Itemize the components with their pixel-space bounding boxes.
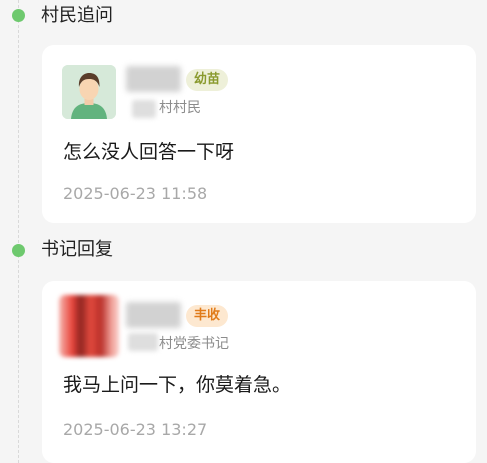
blurred-village-name: [132, 100, 156, 118]
timeline-line: [18, 0, 19, 463]
timeline-dot: [12, 244, 25, 257]
person-avatar-icon: [62, 65, 116, 119]
level-badge: 丰收: [186, 305, 229, 327]
timeline-dot: [12, 9, 25, 22]
message-text: 怎么没人回答一下呀: [63, 141, 235, 163]
timeline-title: 书记回复: [41, 239, 113, 260]
message-timestamp: 2025-06-23 13:27: [63, 420, 208, 439]
user-role: 村村民: [159, 100, 201, 116]
reply-card: 幼苗 村村民 怎么没人回答一下呀 2025-06-23 11:58: [42, 45, 476, 223]
level-badge: 幼苗: [186, 69, 229, 91]
reply-card: 丰收 村党委书记 我马上问一下，你莫着急。 2025-06-23 13:27: [42, 281, 476, 463]
message-timestamp: 2025-06-23 11:58: [63, 184, 208, 203]
message-text: 我马上问一下，你莫着急。: [63, 374, 292, 396]
timeline-title: 村民追问: [41, 5, 113, 26]
user-avatar[interactable]: [59, 295, 119, 357]
user-avatar[interactable]: [62, 65, 116, 119]
user-role: 村党委书记: [159, 336, 229, 352]
blurred-village-name: [128, 333, 158, 351]
blurred-user-name: [126, 66, 181, 92]
blurred-user-name: [126, 302, 181, 328]
